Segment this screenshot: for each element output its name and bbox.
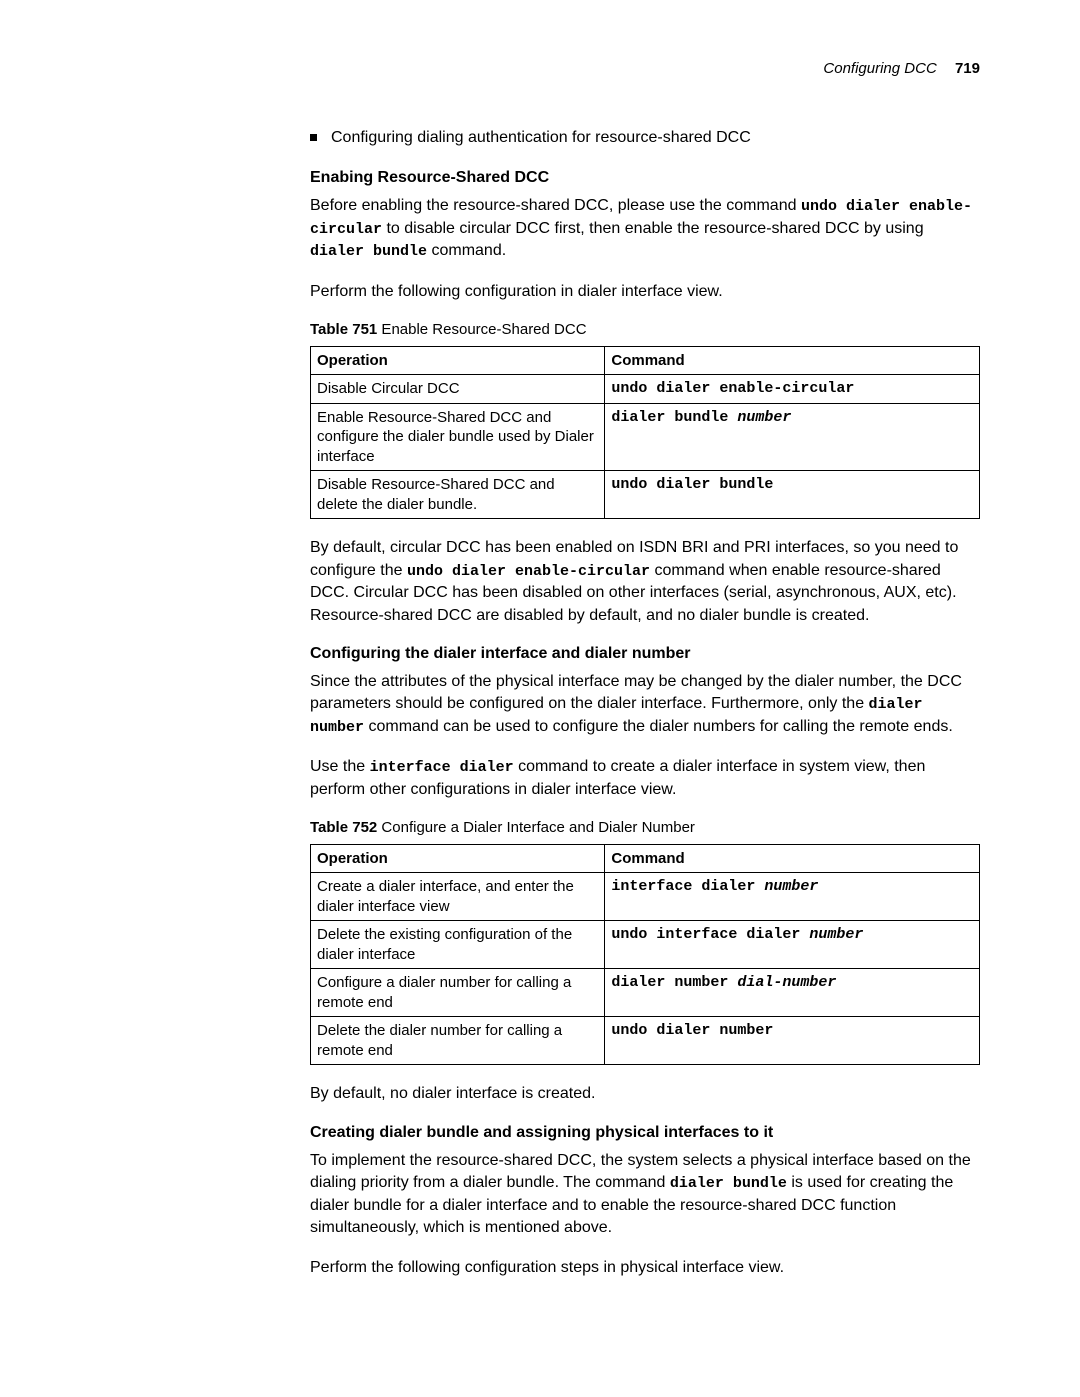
table-caption: Table 752 Configure a Dialer Interface a…: [310, 819, 980, 836]
cell-operation: Enable Resource-Shared DCC and configure…: [311, 403, 605, 471]
table-row: Configure a dialer number for calling a …: [311, 969, 980, 1017]
paragraph: To implement the resource-shared DCC, th…: [310, 1150, 980, 1240]
cell-command: undo dialer bundle: [605, 471, 980, 519]
paragraph: Use the interface dialer command to crea…: [310, 756, 980, 801]
cell-command: undo interface dialer number: [605, 921, 980, 969]
paragraph: Perform the following configuration in d…: [310, 281, 980, 303]
page-number: 719: [955, 60, 980, 77]
table-752: Operation Command Create a dialer interf…: [310, 844, 980, 1066]
page-header: Configuring DCC 719: [310, 60, 980, 77]
th-operation: Operation: [311, 844, 605, 873]
table-header-row: Operation Command: [311, 346, 980, 375]
cell-command: undo dialer number: [605, 1017, 980, 1065]
table-row: Create a dialer interface, and enter the…: [311, 873, 980, 921]
th-operation: Operation: [311, 346, 605, 375]
table-caption: Table 751 Enable Resource-Shared DCC: [310, 321, 980, 338]
section-heading: Creating dialer bundle and assigning phy…: [310, 1124, 980, 1142]
table-row: Delete the dialer number for calling a r…: [311, 1017, 980, 1065]
table-751: Operation Command Disable Circular DCC u…: [310, 346, 980, 520]
paragraph: By default, no dialer interface is creat…: [310, 1083, 980, 1105]
cell-command: dialer number dial-number: [605, 969, 980, 1017]
bullet-item: Configuring dialing authentication for r…: [310, 127, 980, 149]
table-row: Disable Circular DCC undo dialer enable-…: [311, 375, 980, 404]
bullet-text: Configuring dialing authentication for r…: [331, 127, 751, 149]
table-row: Disable Resource-Shared DCC and delete t…: [311, 471, 980, 519]
page-content: Configuring DCC 719 Configuring dialing …: [0, 0, 1080, 1358]
th-command: Command: [605, 844, 980, 873]
cell-operation: Disable Circular DCC: [311, 375, 605, 404]
paragraph: Since the attributes of the physical int…: [310, 671, 980, 738]
table-row: Enable Resource-Shared DCC and configure…: [311, 403, 980, 471]
paragraph: By default, circular DCC has been enable…: [310, 537, 980, 627]
section-heading: Configuring the dialer interface and dia…: [310, 645, 980, 663]
table-row: Delete the existing configuration of the…: [311, 921, 980, 969]
cell-operation: Configure a dialer number for calling a …: [311, 969, 605, 1017]
table-header-row: Operation Command: [311, 844, 980, 873]
section-heading: Enabing Resource-Shared DCC: [310, 169, 980, 187]
cell-operation: Create a dialer interface, and enter the…: [311, 873, 605, 921]
cell-command: dialer bundle number: [605, 403, 980, 471]
paragraph: Perform the following configuration step…: [310, 1257, 980, 1279]
paragraph: Before enabling the resource-shared DCC,…: [310, 195, 980, 262]
square-bullet-icon: [310, 134, 317, 141]
header-title: Configuring DCC: [823, 60, 936, 77]
th-command: Command: [605, 346, 980, 375]
cell-command: interface dialer number: [605, 873, 980, 921]
cell-operation: Delete the existing configuration of the…: [311, 921, 605, 969]
cell-operation: Disable Resource-Shared DCC and delete t…: [311, 471, 605, 519]
cell-command: undo dialer enable-circular: [605, 375, 980, 404]
cell-operation: Delete the dialer number for calling a r…: [311, 1017, 605, 1065]
